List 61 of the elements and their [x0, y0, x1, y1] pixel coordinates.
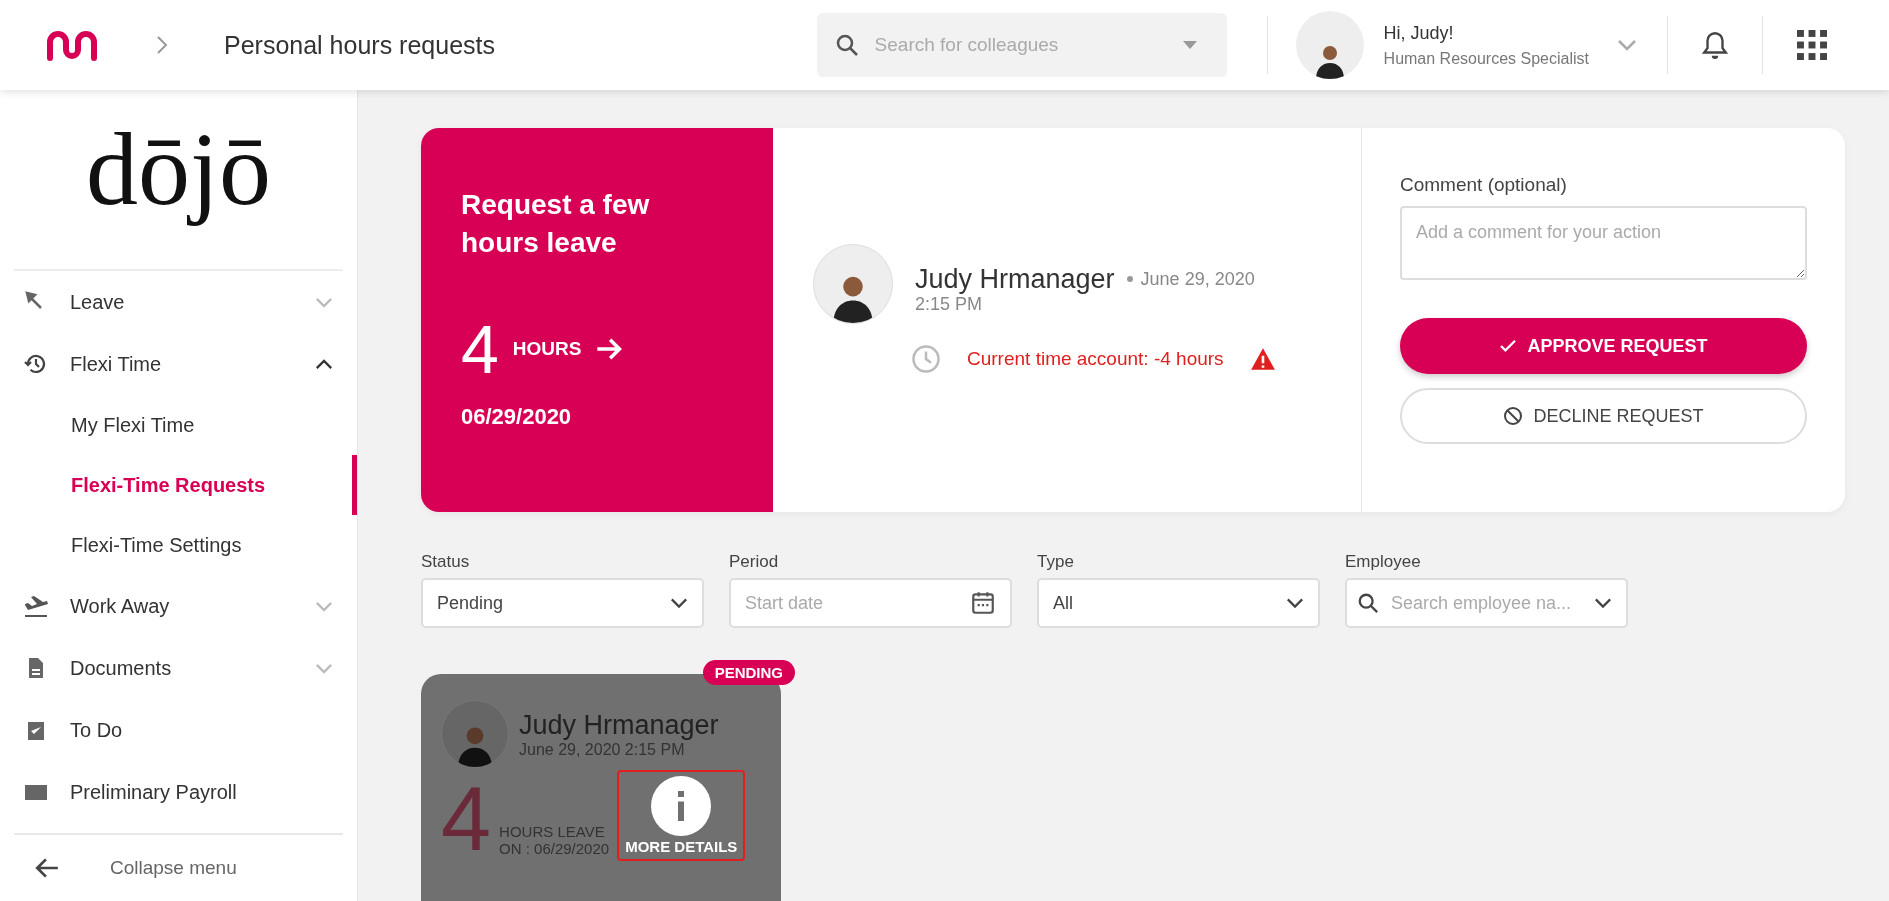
filter-label: Period: [729, 552, 780, 572]
bell-icon[interactable]: [1702, 30, 1728, 60]
checkmark-icon: [1499, 339, 1518, 353]
filter-label: Status: [421, 552, 471, 572]
menu-item[interactable]: Preliminary Payroll: [14, 761, 343, 823]
approve-button[interactable]: APPROVE REQUEST: [1400, 318, 1807, 374]
info-icon: [651, 776, 712, 836]
hours-value: 4: [441, 771, 492, 867]
user-greeting: Hi, Judy!: [1383, 22, 1455, 44]
page-title: Personal hours requests: [224, 30, 496, 60]
request-datetime: June 29, 2020 2:15 PM: [519, 740, 686, 759]
employee-search-field[interactable]: Search employee na...: [1345, 578, 1628, 628]
menu-item[interactable]: Flexi Time: [14, 333, 343, 395]
request-date: 06/29/2020: [461, 404, 573, 430]
comment-label: Comment (optional): [1400, 174, 1568, 196]
dropdown-field[interactable]: Pending: [421, 578, 704, 628]
request-date: June 29, 2020: [1140, 268, 1255, 289]
user-role: Human Resources Specialist: [1383, 49, 1589, 68]
request-title: Request a few hours leave: [461, 188, 651, 260]
time-account-warning: Current time account: -4 hours: [967, 348, 1224, 370]
dropdown-field[interactable]: All: [1037, 578, 1320, 628]
submenu-item[interactable]: My Flexi Time: [14, 395, 357, 455]
chevron-down-icon: [1286, 597, 1304, 609]
hours-value: 4: [461, 314, 499, 384]
leave-date: ON : 06/29/2020: [499, 840, 610, 857]
chevron-down-icon: [1594, 597, 1612, 609]
colleague-search-field[interactable]: Search for colleagues: [816, 13, 1227, 77]
clock-icon: [911, 344, 941, 374]
prohibited-icon: [1503, 406, 1524, 426]
hours-unit: HOURS: [512, 338, 582, 360]
menu-item[interactable]: Leave: [14, 271, 343, 333]
employee-name: Judy Hrmanager: [519, 709, 719, 741]
menu-item[interactable]: To Do: [14, 699, 343, 761]
bullet-icon: [1126, 276, 1133, 282]
submenu-item[interactable]: Flexi-Time Requests: [14, 455, 357, 515]
filter-label: Type: [1037, 552, 1075, 572]
calendar-icon: [970, 590, 996, 616]
request-time: 2:15 PM: [915, 294, 984, 315]
employee-name: Judy Hrmanager: [915, 264, 1115, 294]
collapse-menu-button[interactable]: Collapse menu: [14, 833, 343, 901]
filter-label: Employee: [1345, 552, 1422, 572]
caret-down-icon: [1182, 41, 1197, 49]
hours-unit: HOURS LEAVE: [499, 823, 606, 840]
menu-item[interactable]: Work Away: [14, 575, 343, 637]
status-badge: PENDING: [702, 660, 795, 685]
more-details-button[interactable]: MORE DETAILS: [617, 770, 746, 861]
chevron-right-icon: [156, 35, 168, 55]
warning-icon: [1249, 347, 1276, 371]
search-icon: [834, 33, 859, 57]
chevron-down-icon: [670, 597, 688, 609]
dojo-logo: dōjō: [85, 110, 272, 228]
search-icon: [1357, 592, 1379, 614]
apps-grid-icon[interactable]: [1797, 30, 1827, 60]
logo-icon[interactable]: [44, 28, 100, 62]
decline-button[interactable]: DECLINE REQUEST: [1400, 388, 1807, 444]
menu-item[interactable]: Documents: [14, 637, 343, 699]
date-field[interactable]: Start date: [729, 578, 1012, 628]
history-icon: [24, 352, 48, 376]
submenu-item[interactable]: Flexi-Time Settings: [14, 515, 357, 575]
comment-field[interactable]: Add a comment for your action: [1400, 206, 1807, 280]
airplane-icon: [24, 594, 48, 618]
